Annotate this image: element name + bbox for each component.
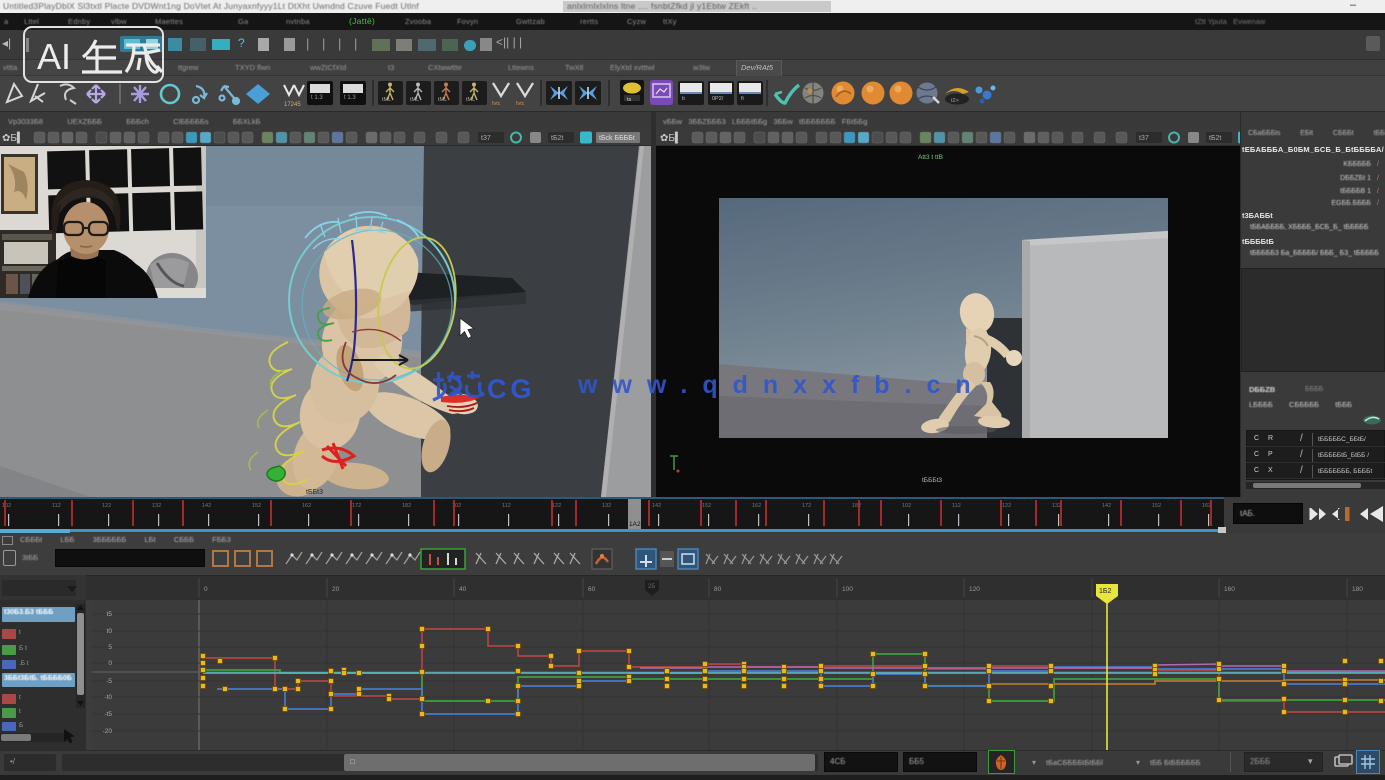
- svg-text:tБ2t: tБ2t: [1209, 135, 1221, 142]
- svg-text:tБck ББББt: tБck ББББt: [599, 135, 635, 142]
- svg-text:182: 182: [402, 503, 411, 509]
- svg-text:tБ2t: tБ2t: [551, 135, 563, 142]
- svg-text:162: 162: [1202, 503, 1211, 509]
- svg-text:102: 102: [2, 503, 11, 509]
- svg-text:fvtc: fvtc: [516, 101, 525, 107]
- svg-text:132: 132: [152, 503, 161, 509]
- svg-text:162: 162: [752, 503, 761, 509]
- svg-text:CG: CG: [487, 374, 536, 404]
- svg-text:142: 142: [652, 503, 661, 509]
- svg-text:152: 152: [702, 503, 711, 509]
- svg-text:132: 132: [602, 503, 611, 509]
- svg-text:102: 102: [902, 503, 911, 509]
- svg-text:112: 112: [52, 503, 61, 509]
- svg-text:t2>: t2>: [951, 98, 959, 104]
- svg-text:122: 122: [102, 503, 111, 509]
- svg-text:Att3 t ttB: Att3 t ttB: [918, 154, 943, 161]
- svg-text:fvtc: fvtc: [492, 101, 501, 107]
- svg-text:142: 142: [202, 503, 211, 509]
- svg-text:152: 152: [1152, 503, 1161, 509]
- svg-text:172: 172: [352, 503, 361, 509]
- svg-text:✿Б▍: ✿Б▍: [660, 131, 683, 144]
- svg-text:1A2: 1A2: [629, 521, 641, 528]
- svg-text:152: 152: [252, 503, 261, 509]
- svg-text:112: 112: [952, 503, 961, 509]
- svg-text:112: 112: [502, 503, 511, 509]
- svg-text:t37: t37: [481, 135, 491, 142]
- svg-text:✿Б▍: ✿Б▍: [2, 131, 25, 144]
- svg-text:162: 162: [302, 503, 311, 509]
- svg-text:172: 172: [802, 503, 811, 509]
- svg-text:tББt3: tББt3: [306, 489, 323, 496]
- svg-text:tБББt3: tБББt3: [922, 477, 942, 484]
- svg-text:122: 122: [1002, 503, 1011, 509]
- svg-text:ts: ts: [627, 97, 632, 103]
- svg-text:132: 132: [1052, 503, 1061, 509]
- svg-text:t37: t37: [1139, 135, 1149, 142]
- svg-text:17245: 17245: [284, 102, 301, 108]
- svg-text:1Б2: 1Б2: [1099, 588, 1111, 595]
- svg-text:142: 142: [1102, 503, 1111, 509]
- svg-text:122: 122: [552, 503, 561, 509]
